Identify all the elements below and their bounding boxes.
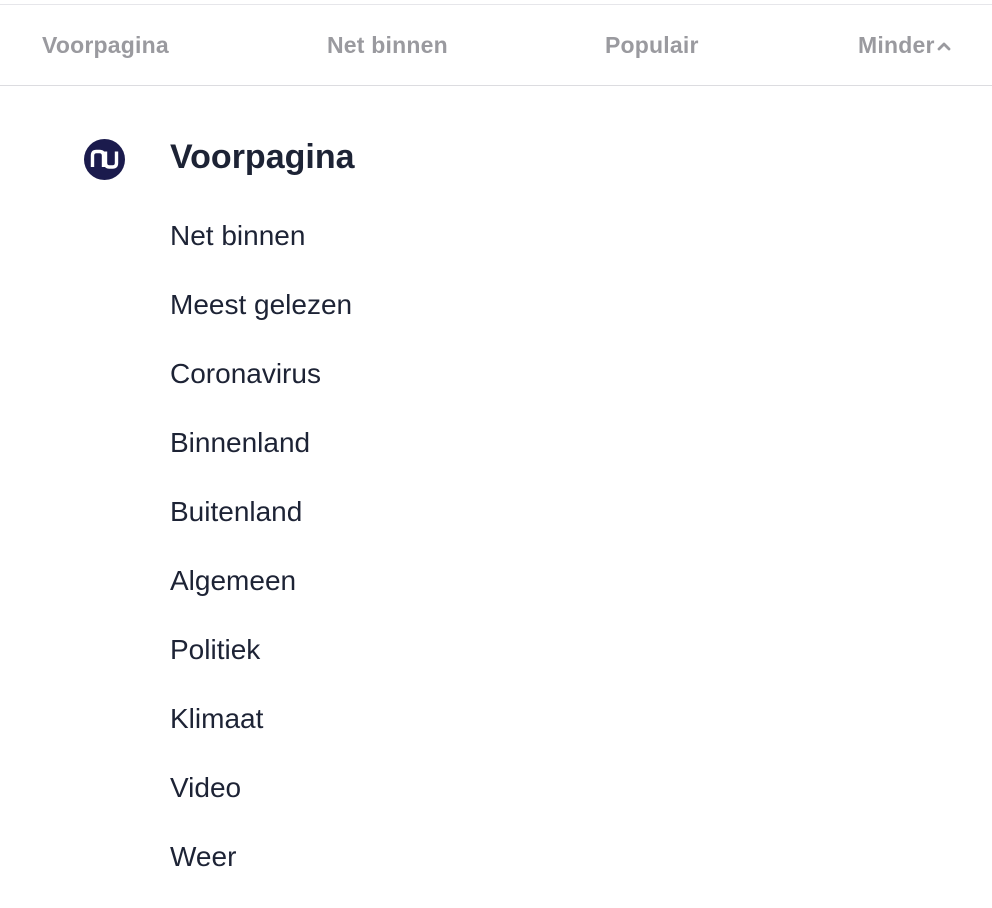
menu-item-meest-gelezen[interactable]: Meest gelezen	[170, 287, 352, 356]
tab-minder-label: Minder	[858, 32, 935, 58]
chevron-up-icon	[937, 42, 950, 50]
menu-item-net-binnen[interactable]: Net binnen	[170, 218, 352, 287]
menu-item-algemeen[interactable]: Algemeen	[170, 563, 352, 632]
nu-logo-icon	[84, 139, 125, 180]
menu-item-politiek[interactable]: Politiek	[170, 632, 352, 701]
menu-item-video[interactable]: Video	[170, 770, 352, 839]
section-menu: Net binnen Meest gelezen Coronavirus Bin…	[170, 218, 352, 908]
menu-item-coronavirus[interactable]: Coronavirus	[170, 356, 352, 425]
top-tab-bar: Voorpagina Net binnen Populair Minder	[0, 5, 992, 86]
menu-item-buitenland[interactable]: Buitenland	[170, 494, 352, 563]
menu-item-binnenland[interactable]: Binnenland	[170, 425, 352, 494]
tab-populair[interactable]: Populair	[605, 32, 699, 59]
section-title[interactable]: Voorpagina	[170, 138, 355, 177]
tab-voorpagina[interactable]: Voorpagina	[42, 32, 169, 59]
tab-minder[interactable]: Minder	[858, 32, 952, 59]
menu-item-klimaat[interactable]: Klimaat	[170, 701, 352, 770]
tab-net-binnen[interactable]: Net binnen	[327, 32, 448, 59]
